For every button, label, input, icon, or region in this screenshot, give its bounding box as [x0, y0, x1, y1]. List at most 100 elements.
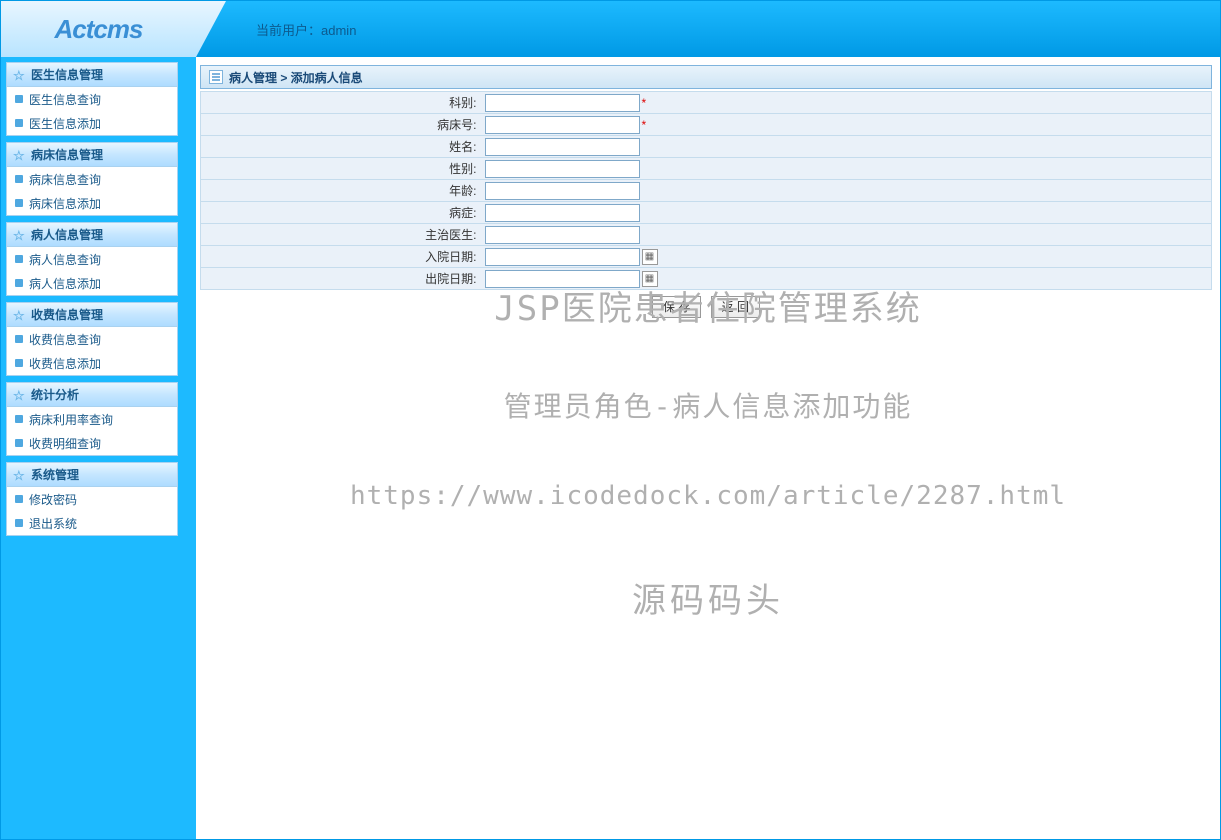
- form-label: 年龄:: [201, 180, 481, 202]
- star-icon: [13, 388, 27, 402]
- date-input[interactable]: [485, 270, 640, 288]
- sidebar-item[interactable]: 收费信息查询: [7, 327, 177, 351]
- form-label: 性别:: [201, 158, 481, 180]
- sidebar-group-title: 病人信息管理: [31, 226, 103, 243]
- sidebar-item-label: 病人信息查询: [29, 251, 101, 268]
- text-input[interactable]: [485, 204, 640, 222]
- required-mark: *: [642, 96, 647, 110]
- form-row: 病症:: [201, 202, 1212, 224]
- text-input[interactable]: [485, 226, 640, 244]
- text-input[interactable]: [485, 138, 640, 156]
- sidebar-accent: [182, 222, 190, 296]
- watermark-brand: 源码码头: [196, 573, 1220, 622]
- calendar-icon[interactable]: ▦: [642, 249, 658, 265]
- sidebar-item[interactable]: 收费明细查询: [7, 431, 177, 455]
- text-input[interactable]: [485, 160, 640, 178]
- form-row: 年龄:: [201, 180, 1212, 202]
- form-row: 姓名:: [201, 136, 1212, 158]
- sidebar-group-title: 统计分析: [31, 386, 79, 403]
- star-icon: [13, 228, 27, 242]
- form-label: 科别:: [201, 92, 481, 114]
- bullet-icon: [15, 119, 23, 127]
- sidebar-accent: [182, 462, 190, 536]
- star-icon: [13, 148, 27, 162]
- form-row: 性别:: [201, 158, 1212, 180]
- sidebar-group: 收费信息管理收费信息查询收费信息添加: [6, 302, 178, 376]
- sidebar-item-label: 退出系统: [29, 515, 77, 532]
- sidebar-item[interactable]: 病人信息查询: [7, 247, 177, 271]
- sidebar-group-title: 系统管理: [31, 466, 79, 483]
- sidebar-item[interactable]: 医生信息查询: [7, 87, 177, 111]
- form-label: 病床号:: [201, 114, 481, 136]
- bullet-icon: [15, 335, 23, 343]
- sidebar-item[interactable]: 退出系统: [7, 511, 177, 535]
- form-cell: ▦: [481, 268, 1212, 290]
- sidebar-item-label: 收费信息查询: [29, 331, 101, 348]
- bullet-icon: [15, 495, 23, 503]
- current-user-value: admin: [321, 23, 356, 38]
- text-input[interactable]: [485, 94, 640, 112]
- form-cell: ▦: [481, 246, 1212, 268]
- sidebar-item-label: 修改密码: [29, 491, 77, 508]
- sidebar-item-label: 收费信息添加: [29, 355, 101, 372]
- sidebar-group-header: 病人信息管理: [7, 223, 177, 247]
- sidebar-accent: [182, 302, 190, 376]
- sidebar-item-label: 病床信息添加: [29, 195, 101, 212]
- sidebar-group-header: 医生信息管理: [7, 63, 177, 87]
- sidebar-item[interactable]: 收费信息添加: [7, 351, 177, 375]
- breadcrumb-bar: 病人管理 > 添加病人信息: [200, 65, 1212, 89]
- main-content: 病人管理 > 添加病人信息 科别:*病床号:*姓名:性别:年龄:病症:主治医生:…: [196, 57, 1220, 839]
- form-cell: *: [481, 114, 1212, 136]
- sidebar-item[interactable]: 病床利用率查询: [7, 407, 177, 431]
- bullet-icon: [15, 439, 23, 447]
- back-button[interactable]: 返 回: [711, 296, 760, 318]
- sidebar-group-header: 统计分析: [7, 383, 177, 407]
- form-row: 科别: *: [201, 92, 1212, 114]
- sidebar-accent: [182, 62, 190, 136]
- calendar-icon[interactable]: ▦: [642, 271, 658, 287]
- sidebar-group: 统计分析病床利用率查询收费明细查询: [6, 382, 178, 456]
- sidebar-group-header: 收费信息管理: [7, 303, 177, 327]
- bullet-icon: [15, 95, 23, 103]
- document-icon: [209, 70, 223, 84]
- logo: Actcms: [1, 1, 196, 57]
- sidebar-item[interactable]: 病人信息添加: [7, 271, 177, 295]
- form-label: 出院日期:: [201, 268, 481, 290]
- sidebar-group-title: 病床信息管理: [31, 146, 103, 163]
- form-cell: [481, 224, 1212, 246]
- sidebar-item[interactable]: 病床信息查询: [7, 167, 177, 191]
- sidebar-accent: [182, 382, 190, 456]
- save-button[interactable]: 保 存: [652, 296, 701, 318]
- sidebar-group: 医生信息管理医生信息查询医生信息添加: [6, 62, 178, 136]
- sidebar-group-header: 病床信息管理: [7, 143, 177, 167]
- sidebar-item-label: 医生信息查询: [29, 91, 101, 108]
- sidebar-item-label: 病床利用率查询: [29, 411, 113, 428]
- button-row: 保 存 返 回: [200, 296, 1212, 318]
- form-label: 姓名:: [201, 136, 481, 158]
- text-input[interactable]: [485, 116, 640, 134]
- sidebar-group: 系统管理修改密码退出系统: [6, 462, 178, 536]
- form-table: 科别:*病床号:*姓名:性别:年龄:病症:主治医生:入院日期:▦出院日期:▦: [200, 91, 1212, 290]
- breadcrumb: 病人管理 > 添加病人信息: [229, 69, 363, 86]
- sidebar-group-title: 收费信息管理: [31, 306, 103, 323]
- sidebar-item[interactable]: 修改密码: [7, 487, 177, 511]
- current-user-label: 当前用户：: [256, 23, 321, 38]
- sidebar-group-header: 系统管理: [7, 463, 177, 487]
- bullet-icon: [15, 359, 23, 367]
- sidebar-item[interactable]: 医生信息添加: [7, 111, 177, 135]
- sidebar-item[interactable]: 病床信息添加: [7, 191, 177, 215]
- sidebar-item-label: 收费明细查询: [29, 435, 101, 452]
- form-cell: [481, 180, 1212, 202]
- bullet-icon: [15, 199, 23, 207]
- watermark-url: https://www.icodedock.com/article/2287.h…: [196, 481, 1220, 511]
- sidebar-item-label: 病人信息添加: [29, 275, 101, 292]
- sidebar-accent: [182, 142, 190, 216]
- star-icon: [13, 68, 27, 82]
- form-cell: [481, 158, 1212, 180]
- star-icon: [13, 308, 27, 322]
- form-label: 入院日期:: [201, 246, 481, 268]
- star-icon: [13, 468, 27, 482]
- header-bar: Actcms 当前用户：admin: [1, 1, 1220, 57]
- date-input[interactable]: [485, 248, 640, 266]
- text-input[interactable]: [485, 182, 640, 200]
